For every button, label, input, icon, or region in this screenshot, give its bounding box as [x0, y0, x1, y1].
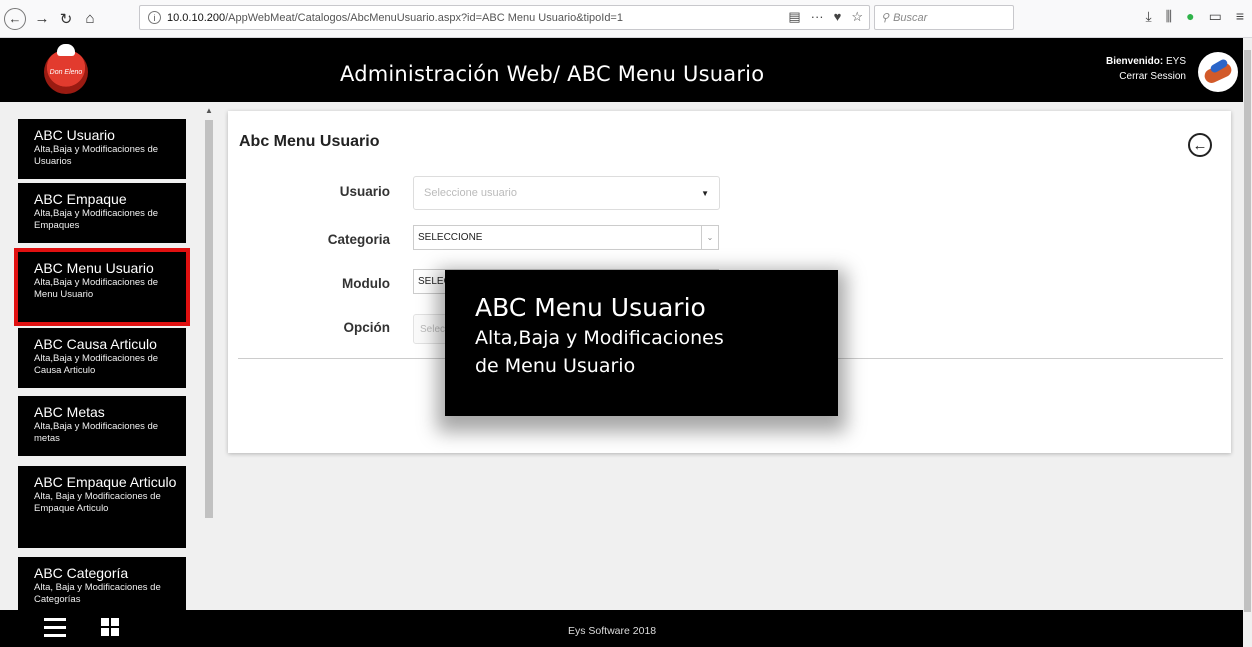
sidebar-item-title: ABC Causa Articulo [34, 336, 157, 352]
browser-toolbar: ← → ↻ ⌂ i 10.0.10.200 /AppWebMeat/Catalo… [0, 0, 1252, 38]
sidebar-item-abc-metas[interactable]: ABC Metas Alta,Baja y Modificaciones de … [18, 396, 186, 456]
address-bar[interactable]: i 10.0.10.200 /AppWebMeat/Catalogos/AbcM… [139, 5, 870, 30]
sidebar-item-abc-empaque[interactable]: ABC Empaque Alta,Baja y Modificaciones d… [18, 183, 186, 243]
sidebar-item-abc-empaque-articulo[interactable]: ABC Empaque Articulo Alta, Baja y Modifi… [18, 466, 186, 548]
sidebar-item-title: ABC Usuario [34, 127, 115, 143]
url-path: /AppWebMeat/Catalogos/AbcMenuUsuario.asp… [225, 11, 623, 24]
info-icon[interactable]: i [148, 11, 161, 24]
opcion-label: Opción [343, 320, 391, 335]
grid-icon[interactable] [101, 618, 119, 636]
footer: Eys Software 2018 [0, 610, 1243, 647]
bookmark-star-icon[interactable]: ☆ [851, 9, 863, 25]
sidebar-item-abc-usuario[interactable]: ABC Usuario Alta,Baja y Modificaciones d… [18, 119, 186, 179]
library-icon[interactable]: ⫼ [1166, 8, 1172, 25]
hamburger-icon[interactable] [44, 618, 66, 638]
search-icon: ⚲ [881, 12, 890, 24]
footer-text: Eys Software 2018 [568, 625, 657, 637]
search-input[interactable]: ⚲ Buscar [874, 5, 1014, 30]
tooltip-title: ABC Menu Usuario [475, 293, 706, 322]
modulo-label: Modulo [342, 276, 390, 291]
sidebar-item-title: ABC Metas [34, 404, 105, 420]
usuario-label: Usuario [339, 184, 390, 199]
usuario-placeholder: Seleccione usuario [424, 187, 517, 199]
avatar[interactable] [1198, 52, 1238, 92]
sidebar-item-subtitle: Alta,Baja y Modificaciones de Menu Usuar… [34, 277, 159, 300]
categoria-select[interactable]: SELECCIONE ⌄ [413, 225, 719, 250]
sidebar: ABC Usuario Alta,Baja y Modificaciones d… [0, 102, 215, 610]
sidebar-item-subtitle: Alta,Baja y Modificaciones de Empaques [34, 208, 159, 231]
forward-arrow-icon[interactable]: → [30, 7, 54, 31]
welcome-label: Bienvenido: [1105, 56, 1164, 67]
sidebar-scroll-thumb[interactable] [205, 120, 213, 518]
categoria-label: Categoria [327, 232, 390, 247]
categoria-value: SELECCIONE [418, 232, 483, 243]
sidebar-scrollbar[interactable]: ▲ [202, 102, 215, 610]
tooltip-line-1: Alta,Baja y Modificaciones [475, 327, 724, 349]
tooltip-line-2: de Menu Usuario [475, 355, 636, 377]
sidebar-item-subtitle: Alta, Baja y Modificaciones de Categoría… [34, 582, 161, 605]
form-row-categoria: Categoria SELECCIONE ⌄ [228, 224, 1231, 258]
sidebar-item-title: ABC Menu Usuario [34, 260, 154, 276]
sidebar-item-subtitle: Alta,Baja y Modificaciones de Causa Arti… [34, 353, 159, 376]
page-scroll-thumb[interactable] [1244, 50, 1251, 612]
download-icon[interactable]: ⤓ [1145, 8, 1151, 25]
brand-logo[interactable]: Don Eleno [44, 44, 88, 94]
sidebar-tooltip: ABC Menu Usuario Alta,Baja y Modificacio… [445, 270, 838, 416]
browser-tools: ⤓ ⫼ ● ▭ ≡ [1145, 8, 1244, 25]
form-row-usuario: Usuario Seleccione usuario ▼ [228, 176, 1231, 210]
back-arrow-icon[interactable]: ← [4, 7, 26, 30]
sidebar-item-title: ABC Empaque [34, 191, 127, 207]
chef-hat-icon [57, 44, 75, 56]
sidebar-item-subtitle: Alta,Baja y Modificaciones de metas [34, 421, 159, 444]
chevron-down-icon: ⌄ [701, 226, 718, 249]
sidebar-toggle-icon[interactable]: ▭ [1209, 8, 1222, 25]
back-circle-icon[interactable]: ← [1188, 133, 1212, 157]
reader-view-icon[interactable]: ▤ [788, 9, 800, 25]
more-actions-icon[interactable]: ··· [811, 9, 824, 25]
sidebar-item-abc-causa-articulo[interactable]: ABC Causa Articulo Alta,Baja y Modificac… [18, 328, 186, 388]
scroll-up-icon[interactable]: ▲ [205, 106, 213, 115]
sidebar-item-subtitle: Alta, Baja y Modificaciones de Empaque A… [34, 491, 161, 514]
sidebar-item-abc-categoria[interactable]: ABC Categoría Alta, Baja y Modificacione… [18, 557, 186, 610]
sidebar-item-title: ABC Categoría [34, 565, 129, 581]
user-info: Bienvenido: EYS Cerrar Session [1106, 54, 1186, 84]
app-header: Don Eleno Administración Web/ ABC Menu U… [0, 38, 1252, 102]
usuario-select[interactable]: Seleccione usuario ▼ [413, 176, 720, 210]
search-placeholder: Buscar [893, 11, 928, 24]
page-title: Administración Web/ ABC Menu Usuario [340, 62, 765, 86]
caret-down-icon: ▼ [701, 189, 709, 198]
page-scrollbar[interactable] [1243, 38, 1252, 647]
logout-link[interactable]: Cerrar Session [1106, 69, 1186, 84]
sidebar-item-abc-menu-usuario[interactable]: ABC Menu Usuario Alta,Baja y Modificacio… [14, 248, 190, 326]
pocket-icon[interactable]: ♥ [834, 9, 842, 25]
reload-icon[interactable]: ↻ [54, 7, 78, 31]
sidebar-item-subtitle: Alta,Baja y Modificaciones de Usuarios [34, 144, 159, 167]
sidebar-item-title: ABC Empaque Articulo [34, 474, 177, 490]
logo-text: Don Eleno [49, 68, 83, 76]
check-icon[interactable]: ● [1186, 8, 1194, 25]
form-title: Abc Menu Usuario [239, 133, 380, 150]
address-actions: ▤ ··· ♥ ☆ [788, 9, 863, 25]
url-host: 10.0.10.200 [167, 11, 226, 24]
username: EYS [1165, 56, 1186, 67]
hamburger-menu-icon[interactable]: ≡ [1236, 8, 1244, 25]
home-icon[interactable]: ⌂ [78, 7, 102, 31]
